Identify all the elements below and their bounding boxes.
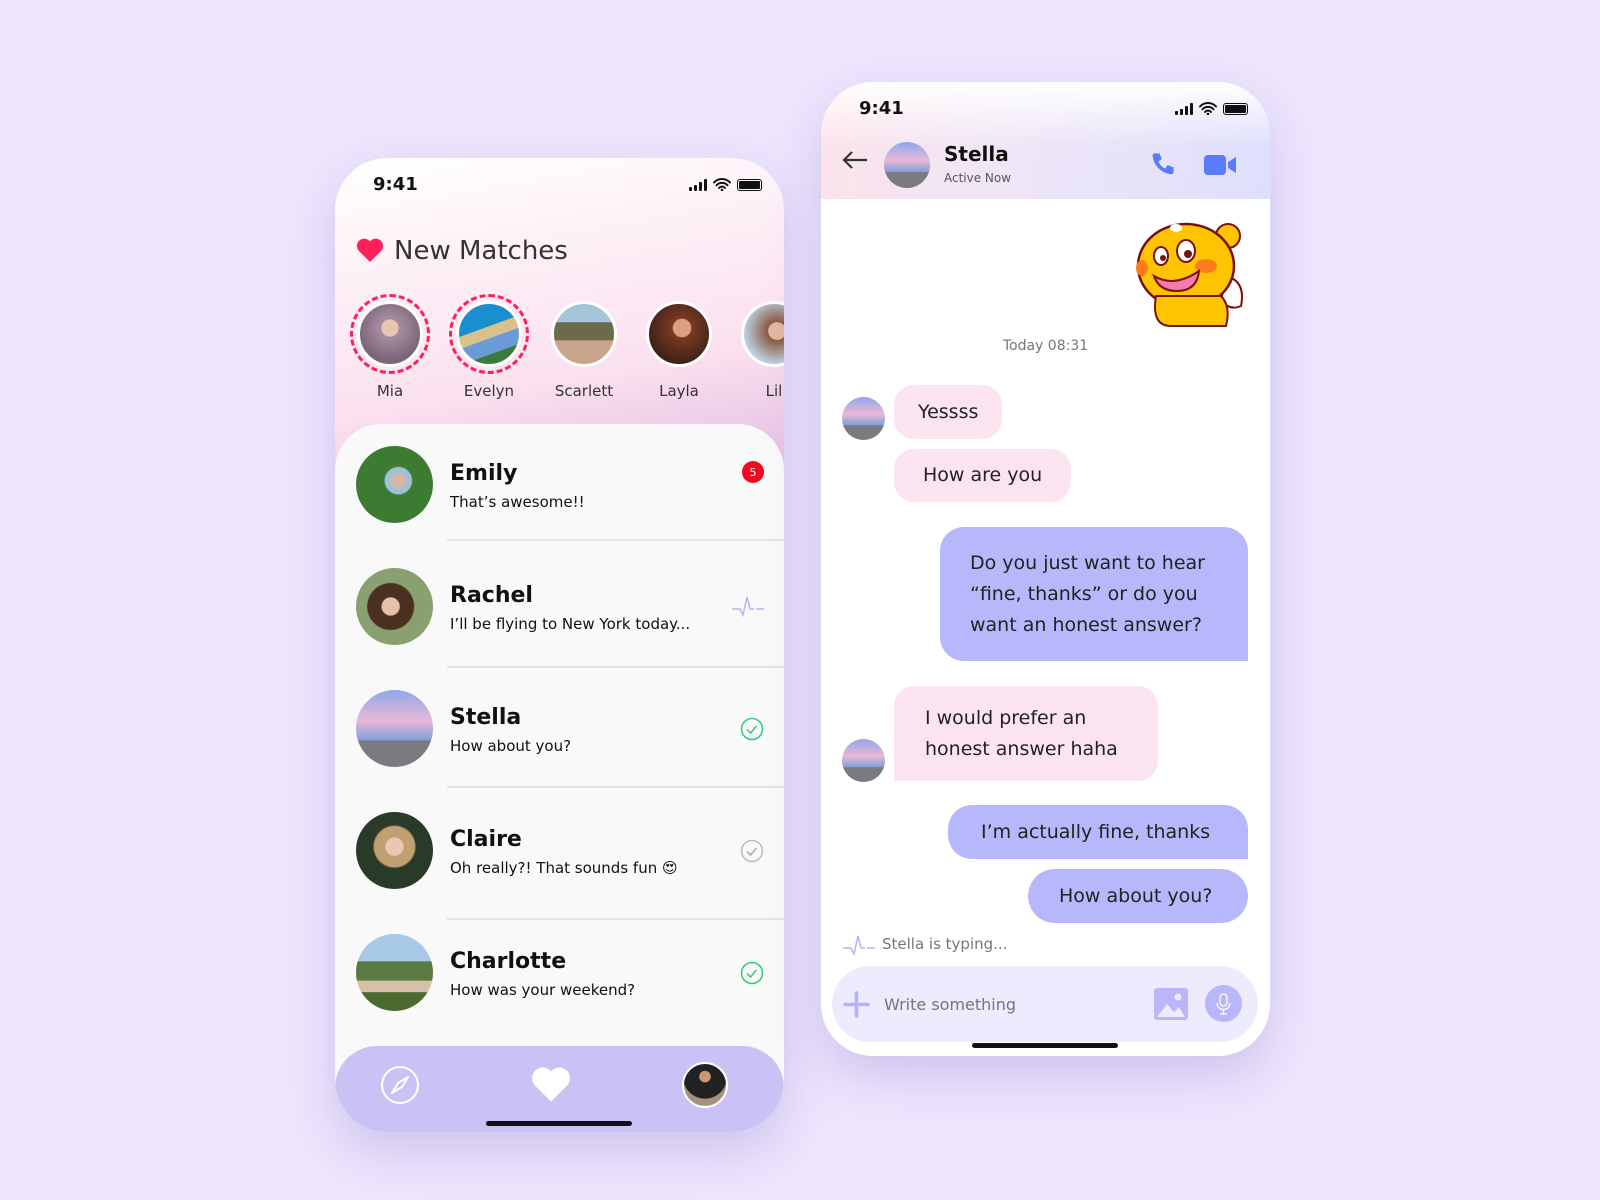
contact-avatar-small [842, 739, 885, 782]
microphone-icon [1216, 993, 1231, 1015]
battery-icon [1223, 102, 1248, 115]
contact-status: Active Now [944, 171, 1012, 185]
conversation-rachel[interactable]: Rachel I’ll be flying to New York today.… [335, 546, 784, 668]
contact-name: Emily [450, 461, 518, 486]
plus-icon[interactable] [843, 991, 870, 1018]
story-name: Mia [376, 382, 404, 400]
divider [447, 539, 784, 541]
conversation-charlotte[interactable]: Charlotte How was your weekend? [335, 912, 784, 1034]
last-message: I’ll be flying to New York today... [450, 615, 691, 633]
microphone-button[interactable] [1205, 985, 1242, 1022]
contact-name: Charlotte [450, 949, 567, 974]
avatar [356, 568, 433, 645]
story-name: Layla [659, 382, 699, 400]
matches-screen: 9:41 New Matches Mia Evelyn Scarlett Lay… [335, 158, 784, 1132]
status-icons [689, 178, 762, 191]
wifi-icon [713, 178, 731, 191]
message-bubble-received: How are you [894, 449, 1072, 502]
back-arrow-icon[interactable] [841, 150, 869, 170]
contact-name: Rachel [450, 583, 533, 608]
avatar [456, 301, 522, 367]
story-lil[interactable]: Lil [734, 294, 784, 400]
avatar [356, 934, 433, 1011]
contact-name: Stella [944, 142, 1009, 166]
avatar [357, 301, 423, 367]
unread-badge: 5 [742, 461, 764, 483]
battery-icon [737, 178, 762, 191]
avatar [741, 301, 784, 367]
story-name: Lil [765, 382, 783, 400]
signal-icon [689, 178, 707, 191]
image-icon[interactable] [1154, 988, 1188, 1020]
contact-name: Claire [450, 827, 522, 852]
contact-avatar[interactable] [884, 142, 930, 188]
read-check-icon [740, 961, 764, 985]
contact-name: Stella [450, 705, 522, 730]
sent-check-icon [740, 839, 764, 863]
story-scarlett[interactable]: Scarlett [544, 294, 624, 400]
story-name: Scarlett [554, 382, 614, 400]
heart-icon[interactable] [531, 1066, 571, 1102]
status-icons [1175, 102, 1248, 115]
last-message: How was your weekend? [450, 981, 636, 999]
message-bubble-received: Yessss [894, 385, 1003, 439]
status-time: 9:41 [859, 98, 904, 119]
typing-pulse-icon [732, 596, 764, 618]
message-bubble-sent: How about you? [1028, 869, 1248, 923]
message-composer [832, 966, 1258, 1042]
conversation-emily[interactable]: Emily That’s awesome!! 5 [335, 424, 784, 546]
story-mia[interactable]: Mia [350, 294, 430, 400]
message-bubble-received: I would prefer an honest answer haha [894, 686, 1158, 781]
status-time: 9:41 [373, 174, 418, 195]
avatar [646, 301, 712, 367]
home-indicator [972, 1043, 1118, 1048]
heart-icon [356, 238, 384, 262]
last-message: How about you? [450, 737, 572, 755]
conversation-list: Emily That’s awesome!! 5 Rachel I’ll be … [335, 424, 784, 1044]
typing-pulse-icon [843, 935, 875, 957]
video-call-icon[interactable] [1204, 154, 1236, 176]
divider [447, 786, 784, 788]
last-message: That’s awesome!! [450, 493, 585, 511]
message-bubble-sent: Do you just want to hear “fine, thanks” … [940, 527, 1248, 661]
avatar [356, 690, 433, 767]
message-bubble-sent: I’m actually fine, thanks [948, 805, 1248, 859]
avatar [356, 446, 433, 523]
message-input[interactable] [884, 988, 1124, 1020]
bottom-nav [335, 1046, 784, 1132]
story-layla[interactable]: Layla [639, 294, 719, 400]
story-evelyn[interactable]: Evelyn [449, 294, 529, 400]
story-name: Evelyn [463, 382, 515, 400]
wifi-icon [1199, 102, 1217, 115]
signal-icon [1175, 102, 1193, 115]
contact-avatar-small [842, 397, 885, 440]
avatar [356, 812, 433, 889]
last-message: Oh really?! That sounds fun 😍 [450, 859, 678, 877]
compass-icon[interactable] [380, 1065, 420, 1105]
new-matches-title: New Matches [394, 236, 568, 266]
home-indicator [486, 1121, 632, 1126]
phone-call-icon[interactable] [1149, 151, 1177, 179]
profile-avatar[interactable] [682, 1062, 728, 1108]
conversation-stella[interactable]: Stella How about you? [335, 668, 784, 790]
chat-timestamp: Today 08:31 [1002, 338, 1089, 354]
sticker-image [1136, 222, 1243, 327]
read-check-icon [740, 717, 764, 741]
conversation-claire[interactable]: Claire Oh really?! That sounds fun 😍 [335, 790, 784, 912]
typing-indicator: Stella is typing... [882, 935, 1008, 953]
avatar [551, 301, 617, 367]
chat-screen: 9:41 Stella Active Now Today 08:31 Yesss… [821, 82, 1270, 1056]
